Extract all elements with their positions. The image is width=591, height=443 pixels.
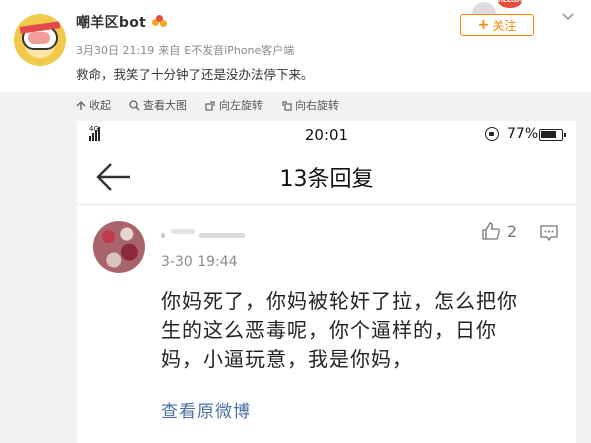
chevron-down-icon[interactable] [561,10,575,24]
rotate-right-label: 向右旋转 [295,99,339,112]
view-large-button[interactable]: 查看大图 [129,97,187,113]
rotate-left-button[interactable]: 向左旋转 [205,97,263,113]
image-toolbar: 收起 查看大图 向左旋转 向右旋转 [0,92,591,118]
collapse-button[interactable]: 收起 [76,97,111,113]
phone-screenshot: 4G 20:01 77% 13条回复 3-30 19:44 2 你妈死了，你妈被… [77,121,576,443]
follow-button[interactable]: + 关注 [460,14,534,36]
post-text: 救命，我笑了十分钟了还是没办法停下来。 [76,67,314,82]
reply-navbar: 13条回复 [77,149,576,205]
post-date[interactable]: 3月30日 21:19 [76,44,154,57]
reply-comment-icon[interactable] [539,223,559,243]
battery-icon [539,129,566,141]
weibo-page: 嘲羊区bot 3月30日 21:19 来自 E不发音iPhone客户端 救命，我笑了… [0,0,591,443]
collapse-arrow-icon [76,101,86,110]
comment-time: 3-30 19:44 [161,254,238,270]
collapse-label: 收起 [89,99,111,112]
view-original-link[interactable]: 查看原微博 [161,397,251,422]
status-bar: 4G 20:01 77% [77,121,576,149]
rotate-right-icon [282,100,292,111]
media-area: 收起 查看大图 向左旋转 向右旋转 4G 20:01 77% 13条回复 3-3… [0,92,591,443]
like-button[interactable]: 2 [481,221,517,241]
commenter-name-blurred[interactable] [161,227,251,241]
post-meta: 3月30日 21:19 来自 E不发音iPhone客户端 [76,42,298,58]
vip-badge-icon [152,15,168,29]
user-row: 嘲羊区bot [76,12,168,32]
view-large-label: 查看大图 [143,99,187,112]
post-header: 嘲羊区bot 3月30日 21:19 来自 E不发音iPhone客户端 救命，我笑了… [0,0,591,92]
like-count: 2 [507,221,518,241]
follow-label: 关注 [492,18,517,33]
page-title: 13条回复 [279,167,374,192]
rotate-right-button[interactable]: 向右旋转 [281,97,339,113]
rotation-lock-icon [485,127,499,141]
commenter-avatar[interactable] [93,221,145,273]
post-source: E不发音iPhone客户端 [184,44,295,57]
comment-body: 你妈死了，你妈被轮奸了拉，怎么把你 生的这么恶毒呢，你个逼样的，日你 妈，小逼玩… [161,289,518,371]
source-prefix: 来自 [158,44,181,57]
user-avatar[interactable] [14,14,66,66]
hello-bubble: HELLO! [498,0,522,8]
magnifier-icon [129,99,140,110]
user-name[interactable]: 嘲羊区bot [76,12,146,32]
status-time: 20:01 [304,126,349,144]
battery-percent: 77% [507,126,539,142]
rotate-left-label: 向左旋转 [219,99,263,112]
thumbs-up-icon [482,222,500,240]
plus-icon: + [477,17,490,33]
rotate-left-icon [205,100,215,111]
